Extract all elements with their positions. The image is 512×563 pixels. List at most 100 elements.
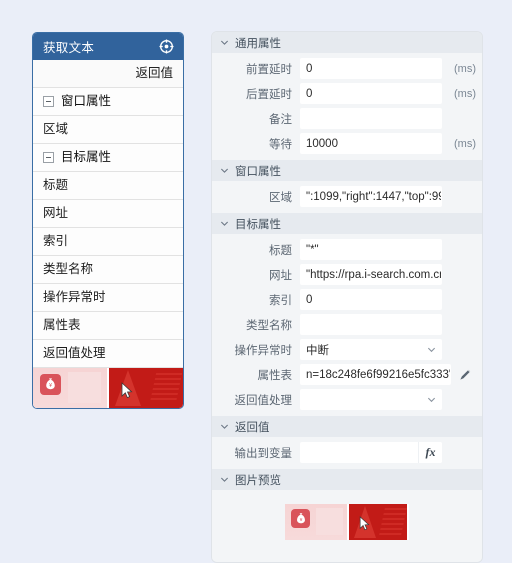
- field-index: 索引 0: [212, 288, 482, 311]
- section-body-return: 输出到变量 fx: [212, 437, 482, 469]
- activity-row-label: 目标属性: [61, 150, 112, 165]
- chevron-down-icon: [220, 422, 229, 431]
- field-pre-delay: 前置延时 0 (ms): [212, 57, 482, 80]
- activity-row-label: 属性表: [43, 318, 81, 333]
- activity-row-window-props[interactable]: 窗口属性: [33, 88, 183, 116]
- thumbnail-pale-panel: [68, 372, 101, 403]
- field-label: 标题: [269, 244, 292, 257]
- thumbnail-left-pane: ¥: [33, 368, 109, 408]
- cursor-arrow-icon: [359, 516, 370, 531]
- svg-text:¥: ¥: [300, 517, 303, 522]
- output-variable-group: fx: [300, 442, 442, 463]
- title-input[interactable]: "*": [300, 239, 442, 260]
- section-header-image-preview[interactable]: 图片预览: [212, 469, 482, 490]
- index-input[interactable]: 0: [300, 289, 442, 310]
- activity-row-on-error[interactable]: 操作异常时: [33, 284, 183, 312]
- field-title: 标题 "*": [212, 238, 482, 261]
- on-error-selected-value: 中断: [306, 344, 329, 357]
- field-label: 前置延时: [246, 63, 292, 76]
- field-area: 区域 ":1099,"right":1447,"top":991}: [212, 185, 482, 208]
- typename-input[interactable]: [300, 314, 442, 335]
- field-label: 返回值处理: [234, 394, 293, 407]
- chevron-down-icon: [220, 219, 229, 228]
- activity-row-label: 返回值处理: [43, 346, 106, 361]
- activity-return-value-label: 返回值: [135, 66, 173, 81]
- svg-text:¥: ¥: [49, 383, 52, 389]
- section-body-image-preview: ¥: [212, 490, 482, 562]
- activity-row-label: 标题: [43, 178, 69, 193]
- thumbnail-stripes: [149, 373, 183, 403]
- attr-table-input[interactable]: n=18c248fe6f99216e5fc333"}: [300, 364, 451, 385]
- activity-card[interactable]: 获取文本 返回值 窗口属性 区域 目标属性 标题 网址 索引 类型名称 操作异常…: [32, 32, 184, 409]
- wait-input[interactable]: 10000: [300, 133, 442, 154]
- field-output-variable: 输出到变量 fx: [212, 441, 482, 464]
- activity-title: 获取文本: [43, 41, 95, 55]
- field-label: 后置延时: [246, 88, 292, 101]
- money-bag-icon: ¥: [291, 509, 310, 528]
- activity-row-url[interactable]: 网址: [33, 200, 183, 228]
- remark-input[interactable]: [300, 108, 442, 129]
- activity-row-label: 索引: [43, 234, 69, 249]
- section-body-window: 区域 ":1099,"right":1447,"top":991}: [212, 181, 482, 213]
- activity-card-header: 获取文本: [33, 33, 183, 60]
- field-typename: 类型名称: [212, 313, 482, 336]
- chevron-down-icon: [220, 166, 229, 175]
- money-bag-icon: ¥: [40, 374, 61, 395]
- field-return-handling: 返回值处理: [212, 388, 482, 411]
- activity-row-typename[interactable]: 类型名称: [33, 256, 183, 284]
- fx-function-button[interactable]: fx: [418, 442, 442, 463]
- field-unit: (ms): [454, 62, 476, 75]
- section-title: 图片预览: [235, 474, 281, 487]
- field-label: 网址: [269, 269, 292, 282]
- field-label: 操作异常时: [234, 344, 293, 357]
- post-delay-input[interactable]: 0: [300, 83, 442, 104]
- field-wait: 等待 10000 (ms): [212, 132, 482, 155]
- section-body-general: 前置延时 0 (ms) 后置延时 0 (ms) 备注 等待 10000 (ms): [212, 53, 482, 160]
- activity-return-value-row[interactable]: 返回值: [33, 60, 183, 88]
- activity-row-title[interactable]: 标题: [33, 172, 183, 200]
- section-body-target: 标题 "*" 网址 "https://rpa.i-search.com.cn*"…: [212, 234, 482, 416]
- field-unit: (ms): [454, 137, 476, 150]
- activity-row-index[interactable]: 索引: [33, 228, 183, 256]
- activity-row-label: 区域: [43, 122, 69, 137]
- cursor-arrow-icon: [121, 382, 133, 399]
- properties-panel: 通用属性 前置延时 0 (ms) 后置延时 0 (ms) 备注 等待 10000…: [211, 31, 483, 563]
- output-variable-input[interactable]: [300, 442, 418, 463]
- activity-row-target-props[interactable]: 目标属性: [33, 144, 183, 172]
- pre-delay-input[interactable]: 0: [300, 58, 442, 79]
- activity-row-area[interactable]: 区域: [33, 116, 183, 144]
- return-handling-select[interactable]: [300, 389, 442, 410]
- field-label: 区域: [269, 191, 292, 204]
- chevron-down-icon: [427, 345, 436, 354]
- section-title: 目标属性: [235, 218, 281, 231]
- field-label: 输出到变量: [234, 447, 293, 460]
- thumbnail-right-pane: [109, 368, 183, 408]
- field-label: 索引: [269, 294, 292, 307]
- activity-row-label: 类型名称: [43, 262, 94, 277]
- area-input[interactable]: ":1099,"right":1447,"top":991}: [300, 186, 442, 207]
- field-unit: (ms): [454, 87, 476, 100]
- section-title: 返回值: [235, 421, 270, 434]
- field-attr-table: 属性表 n=18c248fe6f99216e5fc333"}: [212, 363, 482, 386]
- section-header-general[interactable]: 通用属性: [212, 32, 482, 53]
- preview-stripes: [379, 508, 407, 535]
- chevron-down-icon: [427, 395, 436, 404]
- section-header-return[interactable]: 返回值: [212, 416, 482, 437]
- collapse-minus-icon[interactable]: [43, 96, 54, 107]
- section-header-target[interactable]: 目标属性: [212, 213, 482, 234]
- crosshair-target-icon[interactable]: [159, 39, 174, 54]
- field-remark: 备注: [212, 107, 482, 130]
- url-input[interactable]: "https://rpa.i-search.com.cn*": [300, 264, 442, 285]
- on-error-select[interactable]: 中断: [300, 339, 442, 360]
- image-preview-thumbnail[interactable]: ¥: [285, 504, 409, 540]
- section-header-window[interactable]: 窗口属性: [212, 160, 482, 181]
- activity-row-label: 网址: [43, 206, 69, 221]
- collapse-minus-icon[interactable]: [43, 152, 54, 163]
- activity-thumbnail-preview[interactable]: ¥: [33, 368, 183, 408]
- preview-pale-panel: [316, 508, 343, 535]
- activity-row-return-handling[interactable]: 返回值处理: [33, 340, 183, 368]
- edit-pencil-button[interactable]: [454, 368, 476, 381]
- section-title: 通用属性: [235, 37, 281, 50]
- field-label: 类型名称: [246, 319, 292, 332]
- activity-row-attr-table[interactable]: 属性表: [33, 312, 183, 340]
